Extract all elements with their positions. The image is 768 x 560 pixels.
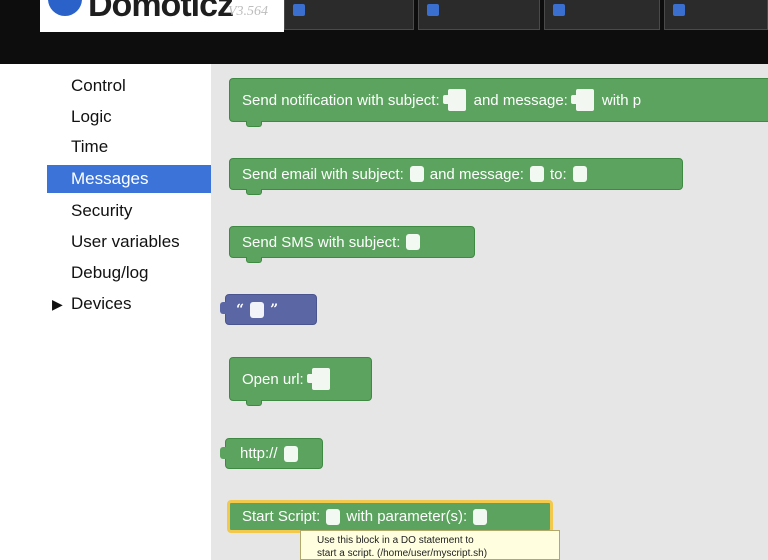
nav-tab-3[interactable]	[544, 0, 660, 30]
category-label: Control	[71, 76, 126, 95]
parameters-input-slot[interactable]	[473, 508, 488, 525]
block-connector	[246, 121, 262, 127]
text-string-block[interactable]: “ ”	[220, 294, 317, 325]
http-url-block[interactable]: http://	[220, 438, 323, 469]
block-connector	[246, 400, 262, 406]
nav-tab-icon	[553, 4, 565, 16]
url-input-slot[interactable]	[306, 368, 330, 390]
send-notification-block[interactable]: Send notification with subject: and mess…	[229, 78, 768, 127]
block-text: with parameter(s):	[346, 508, 468, 525]
open-quote: “	[236, 301, 245, 318]
category-logic[interactable]: Logic	[47, 103, 211, 131]
block-text: with p	[601, 91, 642, 109]
subject-input-slot[interactable]	[442, 89, 466, 111]
nav-tab-4[interactable]	[664, 0, 768, 30]
text-input-slot[interactable]	[250, 301, 265, 318]
block-text: Send SMS with subject:	[242, 233, 401, 251]
start-script-block[interactable]: Start Script: with parameter(s):	[227, 500, 553, 533]
category-label: Time	[71, 137, 109, 156]
nav-tab-icon	[427, 4, 439, 16]
category-list: Control Logic Time Messages Security Use…	[47, 64, 211, 560]
open-url-block[interactable]: Open url:	[229, 357, 372, 406]
app-title: Domoticz	[88, 0, 234, 24]
block-text: Open url:	[242, 370, 304, 388]
url-input-slot[interactable]	[283, 445, 298, 462]
category-label: Messages	[71, 169, 149, 188]
category-label: Logic	[71, 107, 112, 126]
block-text: Send email with subject:	[242, 165, 404, 183]
block-tooltip: Use this block in a DO statement to star…	[300, 530, 560, 560]
category-security[interactable]: Security	[47, 197, 211, 225]
subject-input-slot[interactable]	[409, 166, 424, 182]
category-time[interactable]: Time	[47, 133, 211, 161]
top-navbar: Domoticz V3.564	[0, 0, 768, 64]
script-input-slot[interactable]	[326, 508, 341, 525]
nav-tab-2[interactable]	[418, 0, 540, 30]
expand-arrow-icon[interactable]: ▶	[52, 290, 63, 318]
category-devices[interactable]: ▶ Devices	[47, 290, 211, 318]
subject-input-slot[interactable]	[406, 234, 421, 250]
send-email-block[interactable]: Send email with subject: and message: to…	[229, 158, 683, 195]
to-input-slot[interactable]	[572, 166, 587, 182]
tooltip-line: start a script. (/home/user/myscript.sh)	[317, 548, 488, 559]
category-messages[interactable]: Messages	[47, 165, 211, 193]
message-input-slot[interactable]	[570, 89, 594, 111]
block-connector	[246, 189, 262, 195]
category-user-variables[interactable]: User variables	[47, 228, 211, 256]
block-text: Send notification with subject:	[242, 91, 440, 109]
tooltip-line: Use this block in a DO statement to	[317, 535, 474, 546]
category-label: User variables	[71, 232, 180, 251]
nav-tab-1[interactable]	[284, 0, 414, 30]
block-text: Start Script:	[242, 508, 321, 525]
category-label: Debug/log	[71, 263, 149, 282]
category-label: Security	[71, 201, 133, 220]
nav-tab-icon	[293, 4, 305, 16]
category-control[interactable]: Control	[47, 72, 211, 100]
nav-tab-icon	[673, 4, 685, 16]
message-input-slot[interactable]	[529, 166, 544, 182]
block-text: to:	[549, 165, 567, 183]
app-version: V3.564	[228, 4, 269, 19]
send-sms-block[interactable]: Send SMS with subject:	[229, 226, 475, 263]
category-debug-log[interactable]: Debug/log	[47, 259, 211, 287]
close-quote: ”	[270, 301, 279, 318]
block-flyout-workspace: Send notification with subject: and mess…	[211, 64, 768, 560]
category-label: Devices	[71, 294, 132, 313]
block-text: and message:	[473, 91, 568, 109]
block-connector	[246, 257, 262, 263]
block-text: and message:	[429, 165, 524, 183]
block-text: http://	[240, 445, 278, 462]
